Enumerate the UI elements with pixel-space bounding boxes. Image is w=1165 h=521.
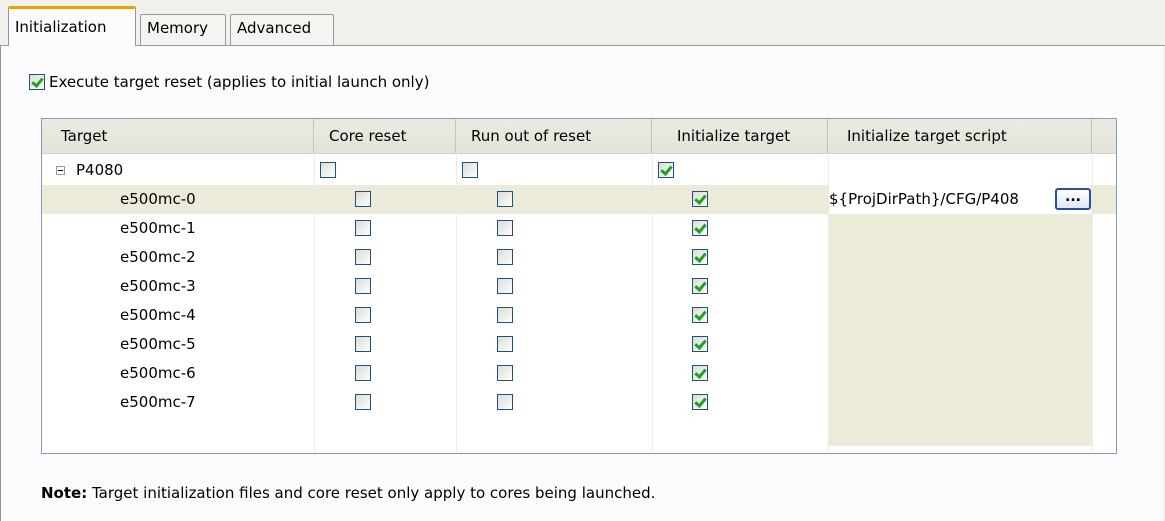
target-name: e500mc-7 (120, 393, 196, 411)
table-row[interactable]: e500mc-7 (42, 388, 1116, 417)
table-header: Target Core reset Run out of reset Initi… (42, 119, 1116, 154)
core-reset-checkbox[interactable] (355, 307, 371, 323)
execute-reset-option[interactable]: Execute target reset (applies to initial… (29, 72, 429, 92)
init-script-cell[interactable] (829, 330, 1092, 359)
core-reset-checkbox[interactable] (355, 336, 371, 352)
target-name: e500mc-1 (120, 219, 196, 237)
target-name: e500mc-4 (120, 306, 196, 324)
tab-advanced[interactable]: Advanced (230, 14, 334, 45)
core-reset-checkbox[interactable] (355, 394, 371, 410)
table-row-parent[interactable]: P4080 (42, 156, 1116, 185)
table-row[interactable]: e500mc-1 (42, 214, 1116, 243)
target-name: P4080 (76, 161, 124, 179)
run-out-of-reset-checkbox[interactable] (497, 394, 513, 410)
target-name: e500mc-6 (120, 364, 196, 382)
collapse-icon[interactable] (56, 166, 65, 175)
column-header-run-out-of-reset[interactable]: Run out of reset (456, 119, 652, 153)
run-out-of-reset-checkbox[interactable] (497, 278, 513, 294)
initialize-target-checkbox[interactable] (692, 394, 708, 410)
core-reset-checkbox[interactable] (320, 162, 336, 178)
table-row[interactable]: e500mc-3 (42, 272, 1116, 301)
table-row[interactable]: e500mc-6 (42, 359, 1116, 388)
table-row[interactable]: e500mc-4 (42, 301, 1116, 330)
table-row-empty (42, 417, 1116, 446)
execute-reset-label: Execute target reset (applies to initial… (49, 73, 430, 91)
note-text: Note: Target initialization files and co… (41, 484, 656, 502)
core-reset-checkbox[interactable] (355, 220, 371, 236)
target-name: e500mc-3 (120, 277, 196, 295)
targets-table: Target Core reset Run out of reset Initi… (41, 118, 1117, 454)
run-out-of-reset-checkbox[interactable] (497, 365, 513, 381)
tab-memory[interactable]: Memory (140, 14, 226, 45)
tab-initialization[interactable]: Initialization (8, 6, 136, 47)
target-name: e500mc-2 (120, 248, 196, 266)
browse-script-button[interactable]: ... (1055, 188, 1091, 210)
column-header-target[interactable]: Target (42, 119, 314, 153)
initialize-target-checkbox[interactable] (692, 278, 708, 294)
init-script-cell[interactable] (829, 388, 1092, 417)
init-script-input[interactable]: ${ProjDirPath}/CFG/P408 (829, 185, 1054, 214)
initialize-target-checkbox[interactable] (692, 220, 708, 236)
run-out-of-reset-checkbox[interactable] (497, 249, 513, 265)
init-script-cell[interactable]: ${ProjDirPath}/CFG/P408 (829, 185, 1092, 214)
initialize-target-checkbox[interactable] (658, 162, 674, 178)
run-out-of-reset-checkbox[interactable] (497, 307, 513, 323)
init-script-cell[interactable] (829, 301, 1092, 330)
target-name: e500mc-5 (120, 335, 196, 353)
init-script-cell[interactable] (829, 243, 1092, 272)
run-out-of-reset-checkbox[interactable] (462, 162, 478, 178)
core-reset-checkbox[interactable] (355, 191, 371, 207)
initialize-target-checkbox[interactable] (692, 249, 708, 265)
initialize-target-checkbox[interactable] (692, 365, 708, 381)
table-row[interactable]: e500mc-2 (42, 243, 1116, 272)
core-reset-checkbox[interactable] (355, 278, 371, 294)
init-script-cell[interactable] (829, 359, 1092, 388)
run-out-of-reset-checkbox[interactable] (497, 336, 513, 352)
column-header-init-script[interactable]: Initialize target script (828, 119, 1092, 153)
core-reset-checkbox[interactable] (355, 249, 371, 265)
initialize-target-checkbox[interactable] (692, 336, 708, 352)
table-row[interactable]: e500mc-0 ${ProjDirPath}/CFG/P408... (42, 185, 1116, 214)
init-script-cell[interactable] (829, 214, 1092, 243)
initialize-target-checkbox[interactable] (692, 191, 708, 207)
core-reset-checkbox[interactable] (355, 365, 371, 381)
execute-reset-checkbox[interactable] (29, 74, 45, 90)
column-header-core-reset[interactable]: Core reset (314, 119, 456, 153)
run-out-of-reset-checkbox[interactable] (497, 191, 513, 207)
table-row[interactable]: e500mc-5 (42, 330, 1116, 359)
tab-bar: Initialization Memory Advanced (0, 0, 1165, 47)
initialize-target-checkbox[interactable] (692, 307, 708, 323)
column-header-initialize-target[interactable]: Initialize target (652, 119, 828, 153)
run-out-of-reset-checkbox[interactable] (497, 220, 513, 236)
init-script-cell[interactable] (829, 272, 1092, 301)
target-name: e500mc-0 (120, 190, 196, 208)
init-script-cell (829, 417, 1092, 446)
